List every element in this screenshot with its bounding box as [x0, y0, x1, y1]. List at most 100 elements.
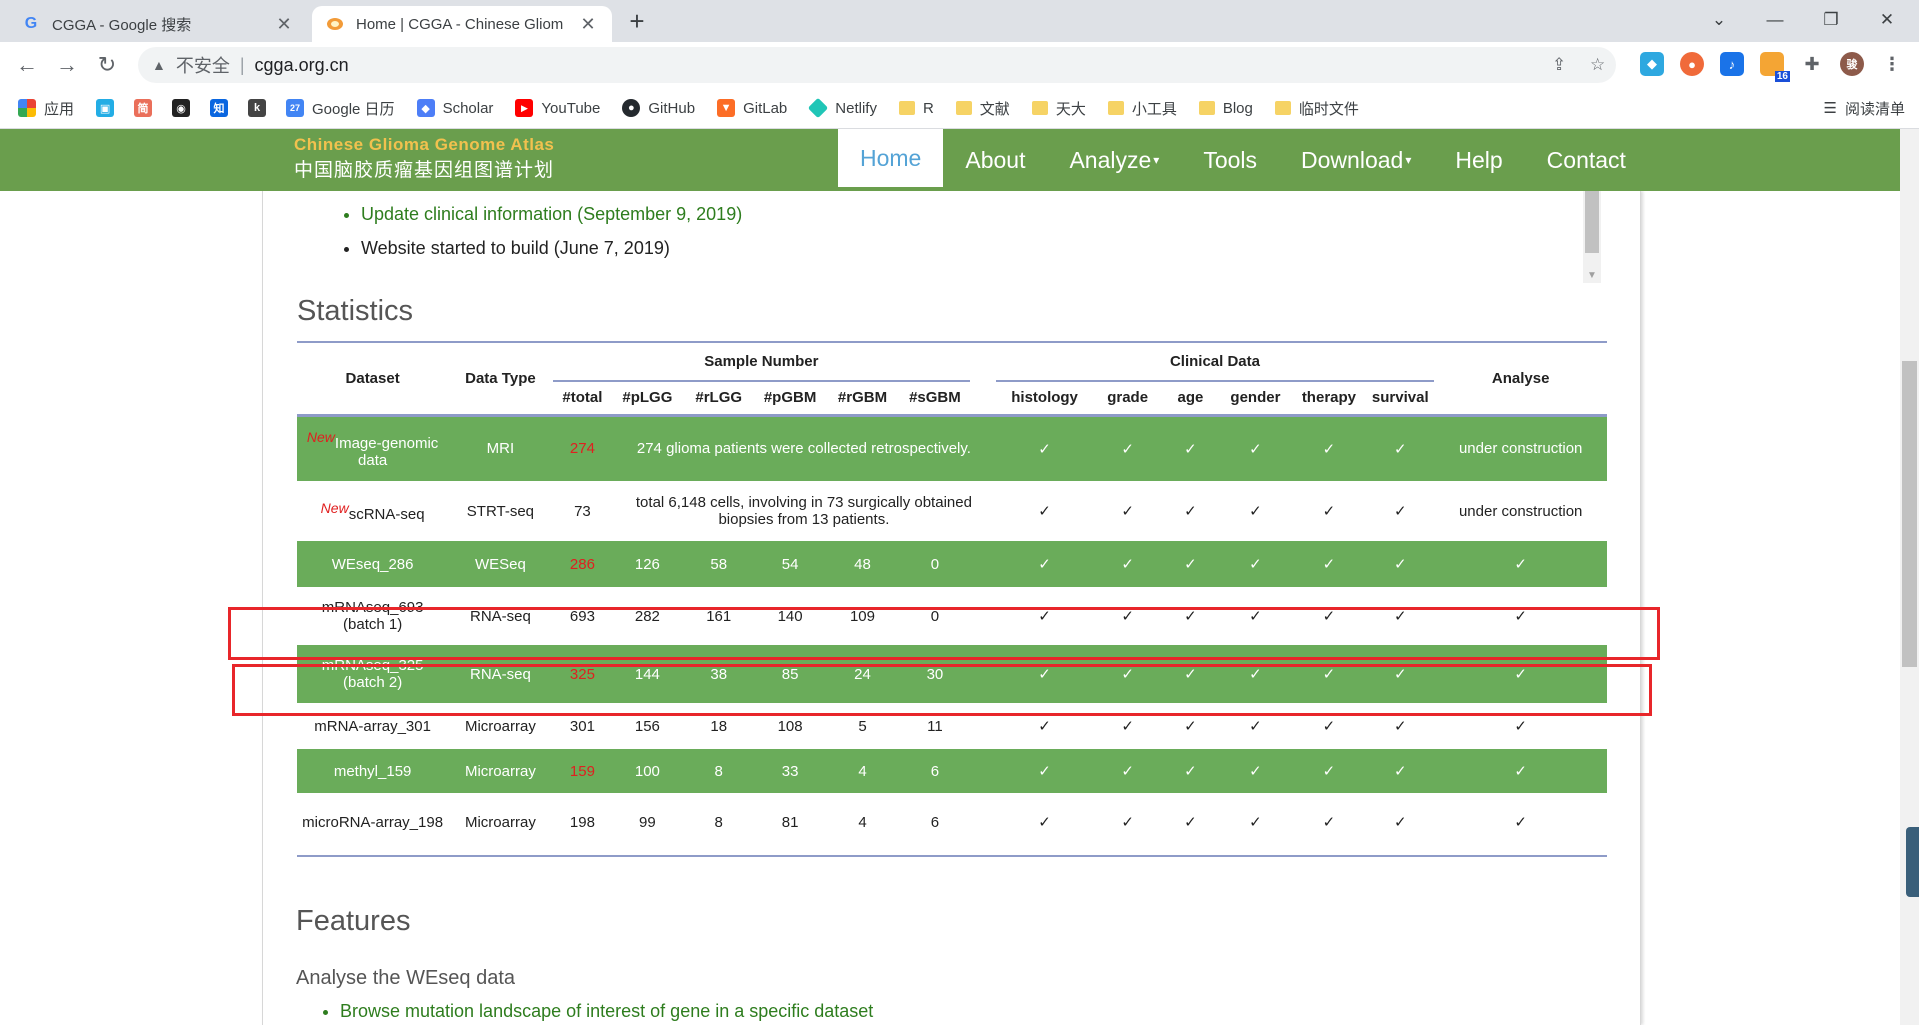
folder-icon	[1198, 101, 1215, 115]
bookmark-folder-tools[interactable]: 小工具	[1107, 98, 1177, 119]
count-cell: 4	[858, 813, 867, 831]
col-group-sample-number: Sample Number	[552, 343, 971, 382]
bookmark-owl[interactable]: ◉	[172, 99, 198, 117]
scrollbar-thumb[interactable]	[1585, 191, 1599, 253]
nav-help[interactable]: Help	[1433, 129, 1524, 191]
dataset-cell[interactable]: NewscRNA-seq	[297, 481, 448, 541]
site-logo-english[interactable]: Chinese Glioma Genome Atlas	[294, 135, 554, 155]
nav-analyze[interactable]: Analyze ▾	[1047, 129, 1181, 191]
bookmark-star-icon[interactable]: ☆	[1590, 47, 1605, 83]
new-tab-button[interactable]: +	[622, 6, 652, 36]
warning-icon[interactable]: ▲	[152, 57, 166, 73]
bookmark-kaggle[interactable]: k	[248, 99, 274, 117]
bookmark-zhihu[interactable]: 知	[210, 99, 236, 117]
col-age: age	[1161, 381, 1220, 417]
folder-icon	[1031, 101, 1048, 115]
check-cell: ✓	[1184, 814, 1197, 831]
nav-home[interactable]: Home	[838, 129, 944, 191]
count-cell: 6	[930, 813, 940, 831]
share-icon[interactable]: ⇪	[1552, 47, 1566, 83]
dataset-cell[interactable]: methyl_159	[297, 749, 449, 793]
side-widget-icon[interactable]	[1906, 827, 1919, 897]
analyse-cell[interactable]: ✓	[1434, 541, 1607, 587]
check-cell: ✓	[1121, 503, 1134, 520]
check-cell: ✓	[1161, 541, 1220, 587]
restore-button[interactable]: ❐	[1808, 0, 1854, 40]
kaggle-icon: k	[248, 99, 267, 117]
reading-list-button[interactable]: ☰ 阅读清单	[1824, 88, 1905, 128]
puzzle-icon[interactable]: ✚	[1800, 52, 1824, 76]
bookmark-folder-tianda[interactable]: 天大	[1031, 98, 1086, 119]
reload-icon[interactable]: ↻	[92, 50, 122, 80]
col-group-clinical-data: Clinical Data	[995, 343, 1435, 382]
col-pgbm: #pGBM	[754, 381, 826, 417]
shield-extension-icon[interactable]: ◆	[1640, 52, 1664, 76]
bookmark-scholar[interactable]: ◆ Scholar	[416, 99, 493, 117]
owl-icon: ◉	[172, 99, 191, 117]
check-cell: ✓	[1219, 541, 1292, 587]
rss-extension-icon[interactable]: 16	[1760, 52, 1790, 82]
updates-scrollbar[interactable]: ▼	[1583, 191, 1601, 283]
bookmark-folder-literature[interactable]: 文献	[955, 98, 1010, 119]
table-row: NewImage-genomic data MRI 274 274 glioma…	[297, 415, 1607, 481]
bookmark-jianshu[interactable]: 简	[134, 99, 160, 117]
data-type-cell: Microarray	[448, 749, 553, 793]
analyse-cell[interactable]: ✓	[1434, 793, 1607, 851]
youtube-icon: ▶	[515, 99, 534, 117]
bookmark-youtube[interactable]: ▶ YouTube	[515, 99, 600, 117]
address-bar[interactable]: ▲ 不安全 | cgga.org.cn ⇪ ☆	[138, 47, 1616, 83]
count-cell: 6	[899, 749, 971, 793]
bookmark-google-calendar[interactable]: 27 Google 日历	[286, 98, 395, 119]
profile-avatar[interactable]: 骏	[1840, 52, 1864, 76]
url-text[interactable]: cgga.org.cn	[255, 55, 349, 76]
total-cell: 73	[574, 502, 591, 520]
site-logo-chinese[interactable]: 中国脑胶质瘤基因组图谱计划	[294, 155, 554, 182]
bookmark-github[interactable]: ● GitHub	[622, 99, 695, 117]
dataset-cell[interactable]: microRNA-array_198	[297, 793, 448, 851]
nav-tools[interactable]: Tools	[1181, 129, 1279, 191]
bookmark-gitlab[interactable]: ▼ GitLab	[717, 99, 787, 117]
back-icon[interactable]: ←	[12, 50, 42, 80]
highlight-box	[232, 664, 1652, 716]
analyse-cell: under construction	[1458, 502, 1583, 520]
dataset-cell[interactable]: WEseq_286	[297, 541, 449, 587]
analyse-cell[interactable]: ✓	[1434, 749, 1607, 793]
update-item[interactable]: Update clinical information (September 9…	[361, 197, 742, 231]
forward-icon[interactable]: →	[52, 50, 82, 80]
orange-extension-icon[interactable]: ●	[1680, 52, 1704, 76]
tab-search-icon[interactable]: ⌄	[1696, 0, 1742, 40]
feature-link[interactable]: Browse mutation landscape of interest of…	[340, 1001, 873, 1022]
tab-cgga-home[interactable]: Home | CGGA - Chinese Gliom ✕	[312, 6, 612, 42]
bookmark-folder-temp[interactable]: 临时文件	[1274, 98, 1359, 119]
bookmark-bilibili[interactable]: ▣	[96, 99, 122, 117]
close-tab-icon[interactable]: ✕	[274, 14, 294, 35]
bookmark-apps[interactable]: 应用	[18, 98, 74, 119]
dataset-cell[interactable]: NewImage-genomic data	[297, 415, 449, 481]
bookmark-netlify[interactable]: Netlify	[808, 97, 877, 119]
new-badge: New	[306, 428, 335, 445]
highlight-box	[228, 607, 1660, 660]
menu-kebab-icon[interactable]: ⋮	[1880, 52, 1904, 76]
nav-download[interactable]: Download ▾	[1279, 129, 1433, 191]
close-window-button[interactable]: ✕	[1864, 0, 1910, 40]
site-navbar: Chinese Glioma Genome Atlas 中国脑胶质瘤基因组图谱计…	[0, 129, 1900, 191]
insecure-label: 不安全	[175, 56, 230, 76]
bookmark-folder-blog[interactable]: Blog	[1198, 100, 1253, 117]
reading-list-icon: ☰	[1823, 100, 1837, 117]
nav-about[interactable]: About	[943, 129, 1047, 191]
scrollbar-thumb[interactable]	[1902, 361, 1917, 667]
close-tab-icon[interactable]: ✕	[578, 14, 598, 35]
bookmark-folder-r[interactable]: R	[898, 100, 934, 117]
bookmark-label: GitHub	[648, 99, 696, 117]
col-analyse: Analyse	[1434, 343, 1607, 417]
tab-google-search[interactable]: G CGGA - Google 搜索 ✕	[8, 6, 308, 42]
check-cell: ✓	[1219, 415, 1292, 481]
nav-contact[interactable]: Contact	[1525, 129, 1648, 191]
data-type-cell: STRT-seq	[466, 502, 535, 520]
features-list: Browse mutation landscape of interest of…	[320, 1001, 873, 1022]
bookmark-label: 应用	[44, 100, 75, 118]
folder-icon	[955, 101, 972, 115]
scroll-down-arrow-icon[interactable]: ▼	[1583, 270, 1601, 281]
minimize-button[interactable]: —	[1752, 0, 1798, 40]
music-extension-icon[interactable]: ♪	[1720, 52, 1744, 76]
